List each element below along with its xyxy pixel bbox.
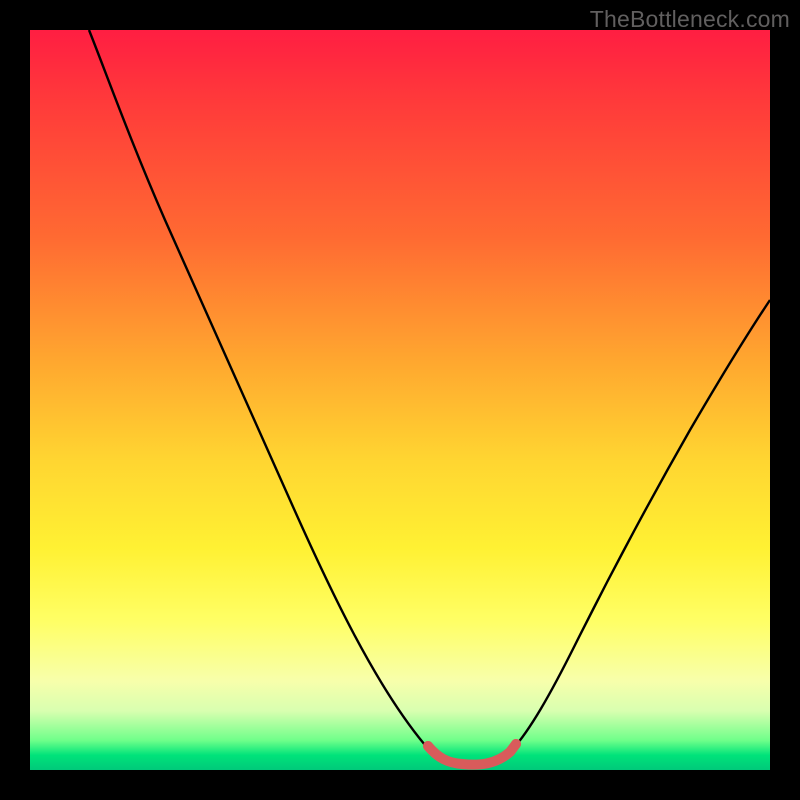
chart-plot-area xyxy=(30,30,770,770)
chart-frame: TheBottleneck.com xyxy=(0,0,800,800)
chart-svg xyxy=(30,30,770,770)
optimal-band-start xyxy=(423,741,433,751)
bottleneck-curve xyxy=(89,30,770,765)
watermark-text: TheBottleneck.com xyxy=(590,6,790,33)
optimal-band xyxy=(428,744,516,765)
optimal-band-end xyxy=(511,739,521,749)
